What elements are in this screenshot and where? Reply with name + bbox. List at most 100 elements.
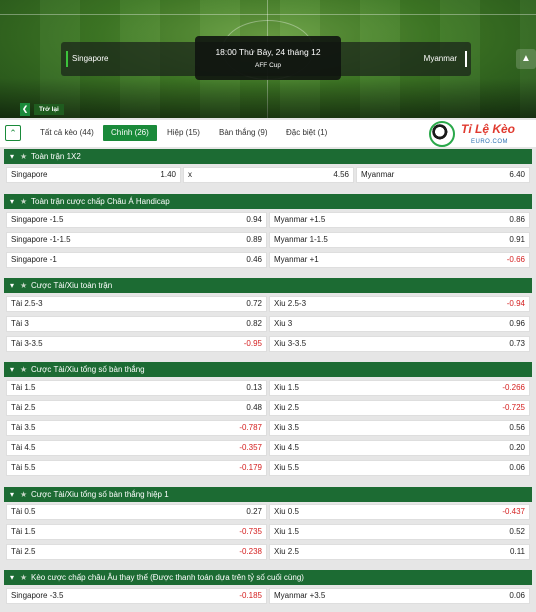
odds-cell[interactable]: Xiu 2.5 0.11 <box>269 544 530 560</box>
star-icon[interactable]: ★ <box>20 362 31 377</box>
section-title: Kèo cược chấp châu Âu thay thế (Được tha… <box>31 573 304 582</box>
odds-value: 0.13 <box>246 383 262 392</box>
odds-value: -0.725 <box>502 403 525 412</box>
home-marker <box>66 51 68 67</box>
odds-cell[interactable]: Xiu 1.5 0.52 <box>269 524 530 540</box>
section-title: Toàn trận cược chấp Châu Á Handicap <box>31 197 170 206</box>
match-time: 18:00 Thứ Bảy, 24 tháng 12 <box>215 47 321 57</box>
odds-label: Xiu 3 <box>274 319 293 328</box>
odds-cell[interactable]: Tài 5.5 -0.179 <box>6 460 267 476</box>
notification-icon[interactable]: ▲ <box>516 49 536 69</box>
chevron-down-icon: ▾ <box>10 197 15 206</box>
odds-value: 6.40 <box>509 170 525 179</box>
odds-value: 0.06 <box>509 591 525 600</box>
tab-special[interactable]: Đặc biệt (1) <box>278 125 335 141</box>
odds-cell[interactable]: Tài 3-3.5 -0.95 <box>6 336 267 352</box>
collapse-all-icon[interactable]: ⌃ <box>5 125 21 141</box>
star-icon[interactable]: ★ <box>20 194 31 209</box>
odds-label: Myanmar +1 <box>274 255 319 264</box>
odds-cell[interactable]: Myanmar 6.40 <box>356 167 530 183</box>
tab-goals[interactable]: Bàn thắng (9) <box>211 125 275 141</box>
odds-label: Tài 3.5 <box>11 423 36 432</box>
odds-cell[interactable]: Xiu 3 0.96 <box>269 316 530 332</box>
odds-label: Myanmar 1-1.5 <box>274 235 328 244</box>
odds-value: 0.11 <box>510 547 525 556</box>
back-label: Trở lại <box>34 104 64 115</box>
odds-value: 0.94 <box>246 215 262 224</box>
chevron-down-icon: ▾ <box>10 365 15 374</box>
odds-cell[interactable]: Tài 3 0.82 <box>6 316 267 332</box>
section-title: Toàn trận 1X2 <box>31 152 81 161</box>
odds-label: Myanmar <box>361 170 395 179</box>
odds-cell[interactable]: Xiu 0.5 -0.437 <box>269 504 530 520</box>
odds-cell[interactable]: Singapore 1.40 <box>6 167 181 183</box>
odds-value: 0.27 <box>246 507 262 516</box>
odds-cell[interactable]: Tài 1.5 -0.735 <box>6 524 267 540</box>
odds-cell[interactable]: Tài 2.5 -0.238 <box>6 544 267 560</box>
section-title: Cược Tài/Xiu toàn trận <box>31 281 113 290</box>
tab-main[interactable]: Chính (26) <box>103 125 157 141</box>
odds-value: -0.179 <box>239 463 262 472</box>
odds-value: 0.52 <box>509 527 525 536</box>
football-icon <box>429 121 455 147</box>
odds-cell[interactable]: Xiu 2.5-3 -0.94 <box>269 296 530 312</box>
section-header[interactable]: ▾ ★ Toàn trận cược chấp Châu Á Handicap <box>4 194 532 209</box>
tab-half[interactable]: Hiệp (15) <box>159 125 208 141</box>
section-header[interactable]: ▾ ★ Cược Tài/Xiu tổng số bàn thắng hiệp 1 <box>4 487 532 502</box>
star-icon[interactable]: ★ <box>20 570 31 585</box>
odds-cell[interactable]: Tài 2.5 0.48 <box>6 400 267 416</box>
odds-cell[interactable]: x 4.56 <box>183 167 354 183</box>
odds-cell[interactable]: Myanmar 1-1.5 0.91 <box>269 232 530 248</box>
odds-cell[interactable]: Singapore -3.5 -0.185 <box>6 588 267 604</box>
odds-label: Tài 2.5-3 <box>11 299 43 308</box>
odds-label: Myanmar +1.5 <box>274 215 326 224</box>
odds-cell[interactable]: Tài 2.5-3 0.72 <box>6 296 267 312</box>
section-header[interactable]: ▾ ★ Cược Tài/Xiu tổng số bàn thắng <box>4 362 532 377</box>
odds-label: Singapore -1 <box>11 255 57 264</box>
match-info: 18:00 Thứ Bảy, 24 tháng 12 AFF Cup <box>195 36 341 80</box>
odds-cell[interactable]: Xiu 3-3.5 0.73 <box>269 336 530 352</box>
section-header[interactable]: ▾ ★ Cược Tài/Xiu toàn trận <box>4 278 532 293</box>
odds-cell[interactable]: Myanmar +1.5 0.86 <box>269 212 530 228</box>
tab-all[interactable]: Tất cả kèo (44) <box>32 125 102 141</box>
star-icon[interactable]: ★ <box>20 487 31 502</box>
odds-cell[interactable]: Singapore -1.5 0.94 <box>6 212 267 228</box>
pitch-line <box>0 14 536 15</box>
odds-cell[interactable]: Tài 4.5 -0.357 <box>6 440 267 456</box>
odds-value: -0.437 <box>502 507 525 516</box>
odds-label: Tài 2.5 <box>11 547 36 556</box>
odds-label: Singapore <box>11 170 48 179</box>
odds-label: Tài 1.5 <box>11 383 36 392</box>
section-header[interactable]: ▾ ★ Kèo cược chấp châu Âu thay thế (Được t… <box>4 570 532 585</box>
odds-cell[interactable]: Myanmar +3.5 0.06 <box>269 588 530 604</box>
odds-label: Xiu 2.5 <box>274 403 299 412</box>
odds-value: 0.72 <box>246 299 262 308</box>
chevron-down-icon: ▾ <box>10 281 15 290</box>
back-button[interactable]: ❮ Trở lại <box>20 103 64 116</box>
odds-label: Tài 5.5 <box>11 463 36 472</box>
odds-cell[interactable]: Singapore -1-1.5 0.89 <box>6 232 267 248</box>
section-header[interactable]: ▾ ★ Toàn trận 1X2 <box>4 149 532 164</box>
odds-value: 0.91 <box>509 235 525 244</box>
odds-cell[interactable]: Xiu 4.5 0.20 <box>269 440 530 456</box>
odds-cell[interactable]: Myanmar +1 -0.66 <box>269 252 530 268</box>
odds-value: 0.82 <box>246 319 262 328</box>
odds-cell[interactable]: Xiu 1.5 -0.266 <box>269 380 530 396</box>
star-icon[interactable]: ★ <box>20 149 31 164</box>
odds-value: 4.56 <box>333 170 349 179</box>
odds-value: -0.94 <box>506 299 525 308</box>
chevron-down-icon: ▾ <box>10 152 15 161</box>
odds-value: 0.96 <box>509 319 525 328</box>
star-icon[interactable]: ★ <box>20 278 31 293</box>
odds-cell[interactable]: Singapore -1 0.46 <box>6 252 267 268</box>
odds-cell[interactable]: Tài 0.5 0.27 <box>6 504 267 520</box>
odds-cell[interactable]: Tài 1.5 0.13 <box>6 380 267 396</box>
odds-cell[interactable]: Xiu 3.5 0.56 <box>269 420 530 436</box>
odds-label: Tài 2.5 <box>11 403 36 412</box>
odds-label: Xiu 2.5 <box>274 547 299 556</box>
odds-cell[interactable]: Xiu 5.5 0.06 <box>269 460 530 476</box>
chevron-down-icon: ▾ <box>10 490 15 499</box>
odds-cell[interactable]: Tài 3.5 -0.787 <box>6 420 267 436</box>
odds-cell[interactable]: Xiu 2.5 -0.725 <box>269 400 530 416</box>
odds-label: Tài 4.5 <box>11 443 36 452</box>
